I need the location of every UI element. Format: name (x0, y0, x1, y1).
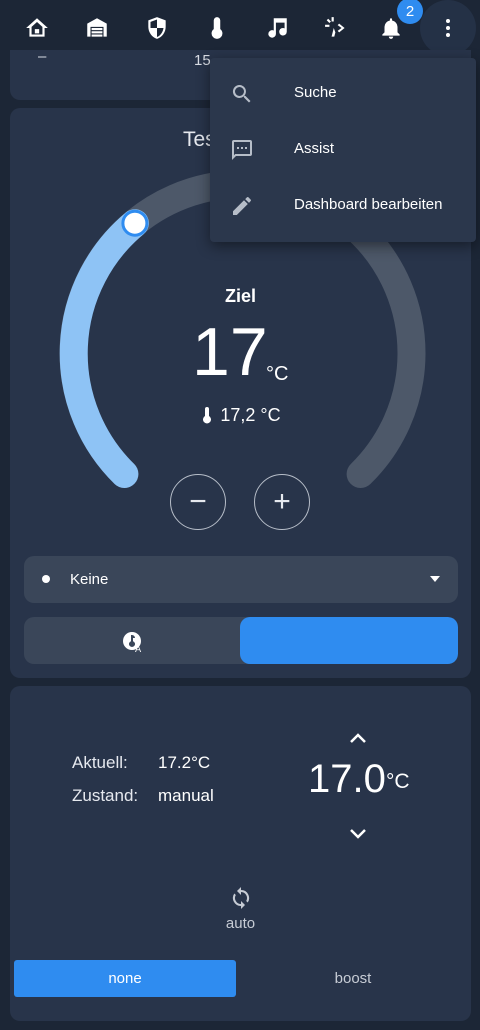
menu-item-assist-label: Assist (294, 140, 335, 157)
notifications-button[interactable]: 2 (362, 0, 423, 56)
thermostat-detail-card: Aktuell: 17.2°C Zustand: manual 17.0 °C … (10, 686, 471, 1021)
chevron-up-icon[interactable] (348, 731, 368, 745)
tab-security[interactable] (128, 0, 186, 56)
preset-select[interactable]: Keine (24, 556, 458, 603)
preset-none-button[interactable]: none (14, 960, 236, 997)
decrease-button[interactable]: − (170, 474, 226, 530)
search-icon (232, 85, 251, 103)
target-label: Ziel (224, 286, 256, 306)
state-value: manual (158, 786, 214, 805)
chat-icon (232, 140, 252, 160)
bullet-icon (42, 575, 50, 583)
mode-manual-segment[interactable] (240, 617, 458, 664)
shield-icon (148, 17, 166, 39)
overflow-menu-button[interactable] (420, 0, 476, 56)
mode-label: auto (225, 915, 256, 932)
mode-auto-segment[interactable]: A (24, 617, 240, 664)
music-icon (268, 18, 287, 38)
tab-garage[interactable] (68, 0, 126, 56)
mode-segmented-control: A (24, 617, 458, 664)
chevron-down-small-icon[interactable] (348, 827, 368, 841)
light-sparkle-icon (325, 17, 345, 37)
chevron-down-icon (430, 576, 440, 582)
tab-lights[interactable] (308, 0, 366, 56)
partial-text-left: – (38, 48, 47, 65)
target-unit: °C (266, 363, 289, 385)
notification-badge: 2 (397, 0, 423, 24)
menu-item-edit-dashboard[interactable]: Dashboard bearbeiten (210, 178, 476, 234)
gauge-active-arc (59, 209, 149, 488)
current-temperature-value: 17,2 °C (220, 405, 281, 425)
menu-item-edit-dashboard-label: Dashboard bearbeiten (294, 196, 443, 213)
overflow-menu: Suche Assist Dashboard bearbeiten (210, 58, 476, 242)
gauge-handle (121, 209, 149, 237)
current-label: Aktuell: (72, 753, 128, 772)
tab-climate[interactable] (188, 0, 246, 56)
home-icon (26, 18, 48, 37)
thermometer-icon (211, 17, 223, 39)
setpoint-value: 17.0 (308, 757, 386, 801)
top-app-bar: 2 (0, 0, 480, 56)
minus-icon: − (189, 485, 207, 518)
setpoint-unit: °C (386, 770, 410, 793)
menu-item-assist[interactable]: Assist (210, 122, 476, 178)
menu-item-search-label: Suche (294, 84, 337, 101)
more-vertical-icon (446, 19, 450, 37)
thermometer-small-icon (203, 407, 212, 424)
sync-icon[interactable] (229, 886, 253, 910)
current-value: 17.2°C (158, 753, 211, 772)
preset-select-value: Keine (70, 571, 109, 588)
partial-text-center: 15 (194, 52, 211, 69)
target-temperature: 17 (192, 314, 268, 390)
svg-text:A: A (135, 645, 142, 653)
garage-icon (87, 18, 107, 37)
tab-home[interactable] (8, 0, 66, 56)
pencil-icon (233, 197, 251, 215)
state-label: Zustand: (72, 786, 139, 805)
increase-button[interactable]: + (254, 474, 310, 530)
tab-music[interactable] (248, 0, 306, 56)
menu-item-search[interactable]: Suche (210, 66, 476, 122)
current-temperature: 17,2 °C (10, 405, 471, 426)
thermostat-auto-icon: A (122, 631, 142, 653)
plus-icon: + (273, 485, 291, 518)
preset-boost-button[interactable]: boost (242, 960, 464, 997)
